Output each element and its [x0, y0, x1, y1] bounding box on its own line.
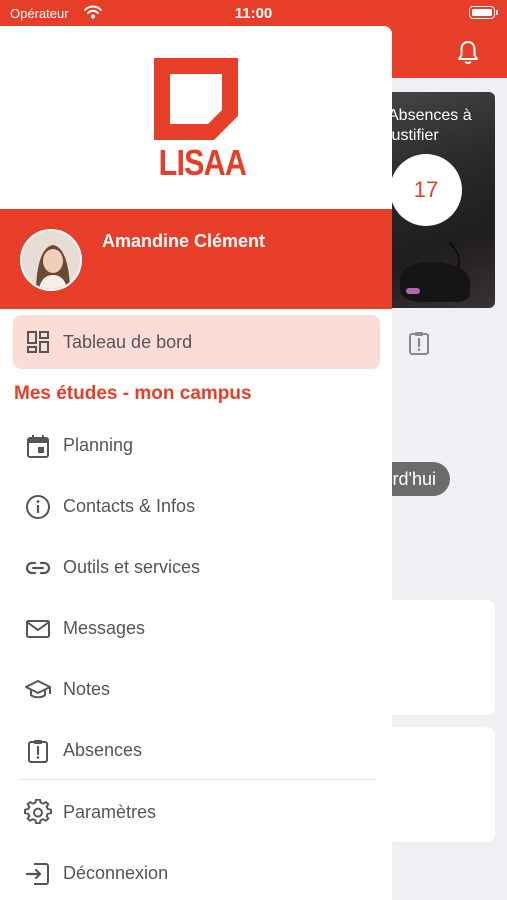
sidebar-item-tools[interactable]: Outils et services — [0, 542, 392, 592]
sidebar-item-messages[interactable]: Messages — [0, 603, 392, 653]
clipboard-alert-icon — [24, 737, 52, 765]
mouse-image — [400, 262, 470, 302]
battery-icon — [469, 6, 498, 19]
sidebar-item-planning[interactable]: Planning — [0, 420, 392, 470]
sidebar-item-label: Contacts & Infos — [63, 496, 196, 516]
brand-name: LISAA — [158, 142, 247, 183]
sidebar-item-label: Absences — [63, 740, 143, 760]
link-icon — [24, 554, 52, 582]
sidebar-item-label: Planning — [63, 435, 134, 455]
dashboard-grid-icon — [26, 330, 50, 359]
status-bar: Opérateur 11:00 — [0, 0, 507, 26]
logout-icon — [24, 860, 52, 888]
notification-bell-icon[interactable] — [456, 40, 480, 71]
lisaa-logo: LISAA — [152, 56, 247, 186]
gear-icon — [24, 798, 52, 827]
sidebar-item-notes[interactable]: Notes — [0, 664, 392, 714]
clock: 11:00 — [234, 5, 273, 22]
avatar — [20, 229, 82, 291]
info-icon — [24, 493, 52, 521]
sidebar-item-dashboard[interactable]: Tableau de bord — [13, 315, 380, 369]
sidebar-item-logout[interactable]: Déconnexion — [0, 848, 392, 898]
profile-header[interactable]: Amandine Clément — [0, 209, 392, 309]
divider — [20, 779, 375, 780]
clipboard-alert-icon[interactable] — [406, 330, 432, 361]
calendar-icon — [24, 432, 52, 460]
absences-count-badge: 17 — [390, 154, 462, 226]
sidebar-item-label: Déconnexion — [63, 863, 169, 883]
sidebar-item-settings[interactable]: Paramètres — [0, 787, 392, 837]
sidebar-item-contacts[interactable]: Contacts & Infos — [0, 481, 392, 531]
navigation-drawer: LISAA Amandine Clément Tableau de bord M… — [0, 26, 392, 900]
sidebar-item-label: Outils et services — [63, 557, 201, 577]
sidebar-item-label: Tableau de bord — [63, 332, 193, 352]
sidebar-item-label: Messages — [63, 618, 146, 638]
sidebar-item-absences[interactable]: Absences — [0, 725, 392, 775]
user-name: Amandine Clément — [102, 231, 266, 251]
sidebar-item-label: Paramètres — [63, 802, 157, 822]
graduation-cap-icon — [24, 676, 52, 704]
section-title: Mes études - mon campus — [14, 383, 252, 404]
mail-icon — [24, 615, 52, 643]
sidebar-item-label: Notes — [63, 679, 111, 699]
absences-card-label: Absences à justifier — [388, 107, 472, 144]
